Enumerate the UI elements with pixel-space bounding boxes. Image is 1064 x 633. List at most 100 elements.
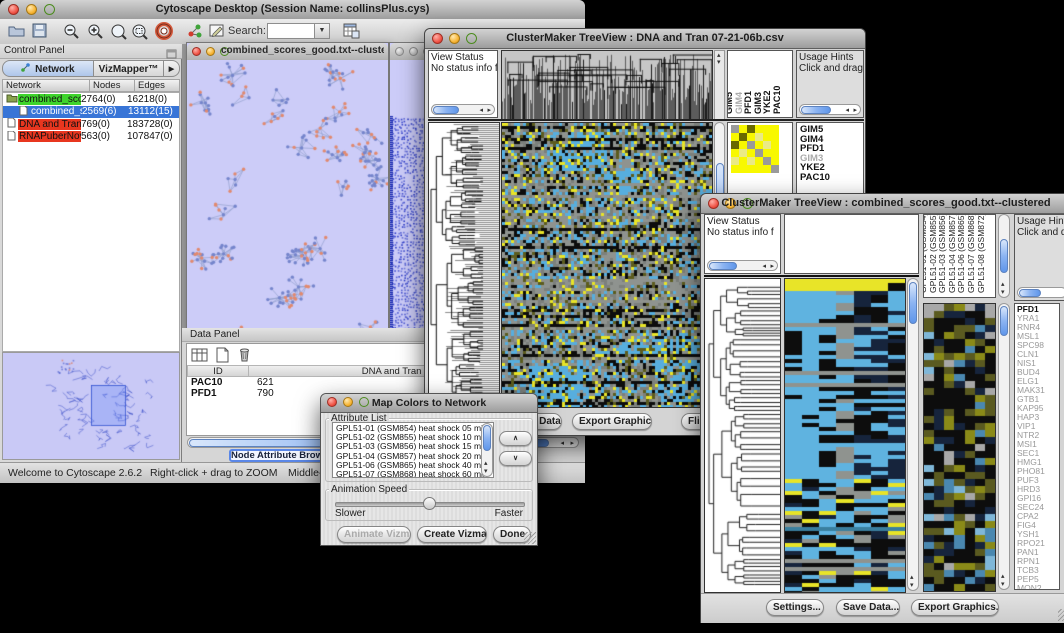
tv2-vscrollbar[interactable]: ▴▾ xyxy=(907,278,919,591)
matrix-cell[interactable] xyxy=(739,141,747,149)
network-tree-row[interactable]: DNA and Tran 07769(0)183728(0) xyxy=(3,118,179,131)
minimize-icon[interactable] xyxy=(409,47,418,56)
network-tree-row[interactable]: RNAPuberNov2+563(0)107847(0) xyxy=(3,131,179,144)
open-file-icon[interactable] xyxy=(8,23,25,44)
matrix-cell[interactable] xyxy=(763,133,771,141)
matrix-cell[interactable] xyxy=(731,125,739,133)
tab-vizmapper[interactable]: VizMapper™ xyxy=(93,60,164,77)
tv2-collabel-scrollbar[interactable]: ▴▾ xyxy=(998,214,1010,298)
attribute-list-scrollbar[interactable]: ▴▾ xyxy=(481,423,493,477)
column-label[interactable]: YKE2 xyxy=(762,90,772,114)
scroll-right-icon[interactable]: ▸ xyxy=(570,440,574,447)
close-icon[interactable] xyxy=(395,47,404,56)
resize-grip[interactable] xyxy=(524,532,536,544)
col-nodes[interactable]: Nodes xyxy=(90,79,135,92)
treeview1-title-bar[interactable]: ClusterMaker TreeView : DNA and Tran 07-… xyxy=(425,29,865,49)
tv1-row-dendrogram[interactable] xyxy=(428,122,500,408)
matrix-cell[interactable] xyxy=(731,133,739,141)
network-overview-canvas[interactable] xyxy=(3,353,179,459)
close-icon[interactable] xyxy=(192,47,201,56)
matrix-cell[interactable] xyxy=(747,165,755,173)
tv2-secondary-heatmap[interactable] xyxy=(923,303,996,592)
export-graphics-button[interactable]: Export Graphics... xyxy=(911,599,999,616)
matrix-cell[interactable] xyxy=(755,165,763,173)
column-label[interactable]: GPL51-08 (GSM872) xyxy=(977,214,986,293)
scroll-left-icon[interactable]: ◂ xyxy=(560,440,564,447)
matrix-cell[interactable] xyxy=(739,125,747,133)
column-label[interactable]: PFD1 xyxy=(743,91,753,114)
matrix-cell[interactable] xyxy=(755,125,763,133)
matrix-cell[interactable] xyxy=(771,125,779,133)
main-title-bar[interactable]: Cytoscape Desktop (Session Name: collins… xyxy=(0,0,585,20)
export-graphics-button[interactable]: Export Graphics... xyxy=(572,413,652,430)
network-view-title-bar[interactable]: combined_scores_good.txt--cluste... xyxy=(187,43,388,61)
column-label[interactable]: PAC10 xyxy=(772,86,782,114)
import-table-icon[interactable] xyxy=(343,22,360,44)
row-label[interactable]: PAC10 xyxy=(800,173,863,183)
matrix-cell[interactable] xyxy=(755,141,763,149)
tv1-similarity-matrix[interactable] xyxy=(731,125,779,173)
zoom-selected-icon[interactable] xyxy=(110,23,127,45)
tv2-row-dendrogram[interactable] xyxy=(704,278,781,593)
matrix-cell[interactable] xyxy=(747,141,755,149)
matrix-cell[interactable] xyxy=(771,141,779,149)
settings-button[interactable]: Settings... xyxy=(766,599,824,616)
matrix-cell[interactable] xyxy=(739,157,747,165)
zoom-fit-icon[interactable] xyxy=(131,23,148,45)
matrix-cell[interactable] xyxy=(763,157,771,165)
network-tree-row[interactable]: combined_sco2569(6)13112(15) xyxy=(3,106,179,119)
slider-thumb[interactable] xyxy=(423,497,436,510)
attribute-item[interactable]: GPL51-07 (GSM868) heat shock 60 min xyxy=(336,470,493,478)
column-label[interactable]: GIM4 xyxy=(734,92,744,114)
matrix-cell[interactable] xyxy=(763,165,771,173)
matrix-cell[interactable] xyxy=(739,149,747,157)
tv1-heatmap[interactable] xyxy=(501,122,713,408)
matrix-cell[interactable] xyxy=(731,157,739,165)
matrix-cell[interactable] xyxy=(739,133,747,141)
search-input[interactable] xyxy=(267,23,319,39)
tv2-heatmap[interactable] xyxy=(784,278,906,593)
tab-more[interactable]: ▶ xyxy=(163,60,180,77)
column-label[interactable]: GPL51-07 (GSM868) xyxy=(967,214,976,293)
network-overview-panel[interactable] xyxy=(2,352,180,460)
dialog-title-bar[interactable]: Map Colors to Network xyxy=(321,394,537,413)
network-view-canvas[interactable] xyxy=(187,60,388,371)
matrix-cell[interactable] xyxy=(739,165,747,173)
save-icon[interactable] xyxy=(32,23,48,44)
network-nodes-icon[interactable] xyxy=(187,23,203,44)
zoom-out-icon[interactable] xyxy=(63,23,80,45)
annotation-icon[interactable] xyxy=(209,23,226,44)
col-network[interactable]: Network xyxy=(2,79,90,92)
minimize-icon[interactable] xyxy=(206,47,215,56)
resize-grip[interactable] xyxy=(1058,609,1064,621)
matrix-cell[interactable] xyxy=(731,165,739,173)
view-status-scrollbar[interactable]: ◂▸ xyxy=(431,104,495,115)
matrix-cell[interactable] xyxy=(771,157,779,165)
tv2-genelist-scrollbar[interactable]: ▴▾ xyxy=(998,303,1010,590)
view-status-scrollbar[interactable]: ◂▸ xyxy=(707,260,778,271)
attribute-list[interactable]: GPL51-01 (GSM854) heat shock 05 minGPL51… xyxy=(332,422,494,478)
column-label[interactable]: GIM5 xyxy=(727,92,734,114)
gene-label[interactable]: MON2 xyxy=(1017,584,1059,590)
treeview2-title-bar[interactable]: ClusterMaker TreeView : combined_scores_… xyxy=(701,194,1064,214)
column-label[interactable]: GIM3 xyxy=(753,92,763,114)
matrix-cell[interactable] xyxy=(747,133,755,141)
matrix-cell[interactable] xyxy=(755,157,763,165)
matrix-cell[interactable] xyxy=(763,141,771,149)
search-dropdown-arrow[interactable]: ▼ xyxy=(314,23,330,39)
matrix-cell[interactable] xyxy=(763,125,771,133)
matrix-cell[interactable] xyxy=(747,125,755,133)
usage-hints-scrollbar[interactable] xyxy=(1017,287,1064,298)
matrix-cell[interactable] xyxy=(771,149,779,157)
move-up-button[interactable]: ∧ xyxy=(499,431,532,446)
matrix-cell[interactable] xyxy=(771,133,779,141)
save-data-button[interactable]: Save Data... xyxy=(836,599,900,616)
col-edges[interactable]: Edges xyxy=(135,79,180,92)
animate-vizmap-button[interactable]: Animate Vizmap xyxy=(337,526,411,543)
create-vizmap-button[interactable]: Create Vizmap xyxy=(417,526,487,543)
help-lifering-icon[interactable] xyxy=(155,22,173,45)
column-label[interactable]: GPL51-03 (GSM856) xyxy=(938,214,947,293)
matrix-cell[interactable] xyxy=(763,149,771,157)
tv1-column-dendrogram[interactable] xyxy=(501,50,713,120)
matrix-cell[interactable] xyxy=(731,141,739,149)
